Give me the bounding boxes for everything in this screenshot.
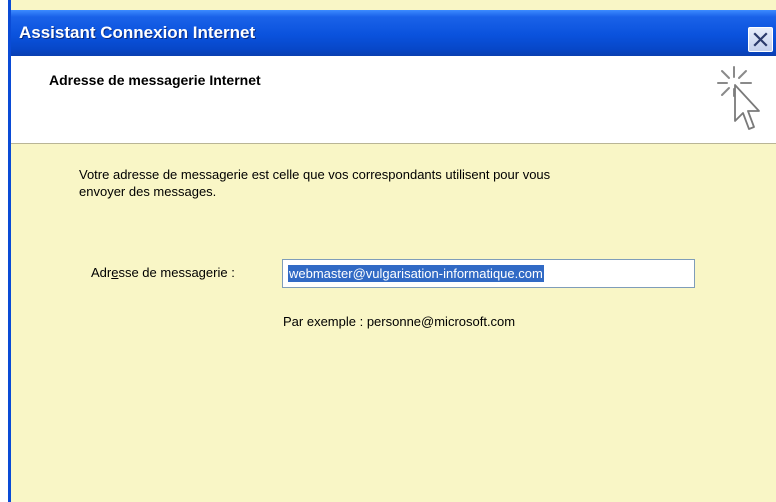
email-field-value[interactable]: webmaster@vulgarisation-informatique.com xyxy=(288,265,544,282)
email-field[interactable]: webmaster@vulgarisation-informatique.com xyxy=(282,259,695,288)
email-label-part2: sse de messagerie : xyxy=(118,265,235,280)
window-title: Assistant Connexion Internet xyxy=(19,23,256,42)
intro-line-2: envoyer des messages. xyxy=(79,184,217,199)
page-title: Adresse de messagerie Internet xyxy=(49,72,261,88)
close-button[interactable] xyxy=(748,27,773,52)
title-bar[interactable]: Assistant Connexion Internet xyxy=(11,10,776,56)
email-example-hint: Par exemple : personne@microsoft.com xyxy=(283,314,516,329)
wizard-window: Assistant Connexion Internet Adresse de … xyxy=(8,0,776,502)
email-field-label: Adresse de messagerie : xyxy=(91,265,235,280)
intro-line-1: Votre adresse de messagerie est celle qu… xyxy=(79,167,551,182)
close-icon xyxy=(753,32,768,47)
intro-text: Votre adresse de messagerie est celle qu… xyxy=(79,166,699,200)
wizard-wand-icon xyxy=(717,66,760,130)
email-label-part1: Adr xyxy=(91,265,112,280)
wizard-header: Adresse de messagerie Internet xyxy=(11,56,776,144)
